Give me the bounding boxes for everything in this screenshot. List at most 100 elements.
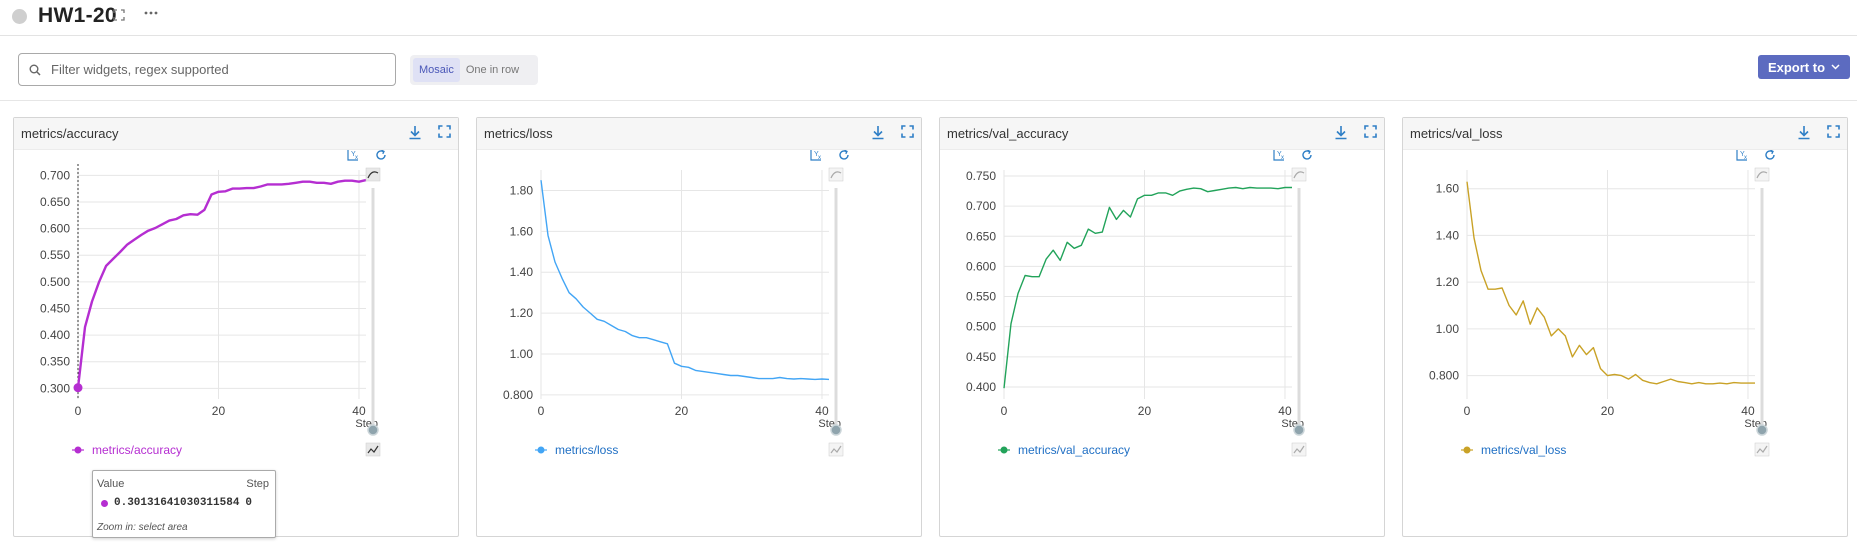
y-tick-label: 0.450 <box>40 301 70 315</box>
x-tick-label: 20 <box>212 404 226 418</box>
data-point <box>609 323 613 327</box>
smoothing-icon <box>1291 167 1307 182</box>
data-point <box>574 297 578 301</box>
x-tick-label: 40 <box>352 404 366 418</box>
data-point <box>1753 381 1757 385</box>
fullscreen-icon[interactable] <box>1364 125 1377 143</box>
data-point <box>1718 381 1722 385</box>
search-input[interactable] <box>49 61 369 78</box>
legend-label: metrics/val_accuracy <box>1018 443 1130 457</box>
y-tick-label: 0.700 <box>966 199 996 213</box>
download-icon[interactable] <box>1334 125 1348 145</box>
y-tick-label: 0.650 <box>966 229 996 243</box>
data-point <box>1065 240 1069 244</box>
expand-icon[interactable] <box>112 8 126 22</box>
data-point <box>146 229 150 233</box>
data-point <box>1086 227 1090 231</box>
data-point <box>1479 268 1483 272</box>
download-icon[interactable] <box>408 125 422 145</box>
log-scale-icon: Yx <box>810 150 821 161</box>
download-icon[interactable] <box>871 125 885 145</box>
more-horizontal-icon[interactable] <box>143 6 159 20</box>
y-tick-label: 0.400 <box>40 328 70 342</box>
data-point <box>560 276 564 280</box>
y-tick-label: 0.550 <box>40 248 70 262</box>
data-point <box>357 180 361 184</box>
fullscreen-icon[interactable] <box>438 125 451 143</box>
data-point <box>139 233 143 237</box>
data-point <box>1598 367 1602 371</box>
fullscreen-icon[interactable] <box>901 125 914 143</box>
y-tick-label: 1.60 <box>1436 182 1460 196</box>
y-tick-label: 1.20 <box>510 306 534 320</box>
data-point <box>1563 334 1567 338</box>
data-point <box>1655 382 1659 386</box>
data-point <box>1255 186 1259 190</box>
smoothing-slider-handle <box>1293 424 1305 436</box>
y-tick-label: 0.750 <box>966 169 996 183</box>
series-line <box>540 180 830 381</box>
status-indicator <box>12 9 27 24</box>
chart-type-icon <box>1291 442 1307 457</box>
data-point <box>687 365 691 369</box>
data-point <box>1613 372 1617 376</box>
layout-mosaic-option[interactable]: Mosaic <box>413 58 460 82</box>
data-point <box>1164 191 1168 195</box>
data-point <box>581 305 585 309</box>
chart-type-icon <box>828 442 844 457</box>
log-scale-icon: Yx <box>347 150 358 161</box>
layout-one-in-row-option[interactable]: One in row <box>460 58 525 82</box>
x-tick-label: 40 <box>1278 404 1292 418</box>
chevron-down-icon <box>1831 64 1840 70</box>
data-point <box>1725 382 1729 386</box>
series-dot-icon <box>101 499 108 507</box>
reset-zoom-icon <box>1302 150 1312 160</box>
data-point <box>1058 258 1062 262</box>
data-point <box>1283 185 1287 189</box>
data-point <box>785 377 789 381</box>
data-point <box>1290 185 1294 189</box>
data-point <box>1009 322 1013 326</box>
panel-header: metrics/loss <box>477 118 921 150</box>
x-tick-label: 0 <box>75 404 82 418</box>
data-point <box>1100 230 1104 234</box>
y-tick-label: 0.400 <box>966 380 996 394</box>
widget-filter[interactable] <box>18 53 396 86</box>
data-point <box>90 300 94 304</box>
data-point <box>820 377 824 381</box>
y-tick-label: 0.450 <box>966 350 996 364</box>
data-point <box>1002 386 1006 390</box>
data-point <box>238 187 242 191</box>
data-point <box>329 182 333 186</box>
export-button[interactable]: Export to <box>1758 55 1850 79</box>
data-point <box>1248 185 1252 189</box>
data-point <box>1234 185 1238 189</box>
widget-val-loss: metrics/val_loss 0.800 1.00 1.20 1.40 1.60 0 20… <box>1402 117 1848 537</box>
data-point <box>729 373 733 377</box>
y-tick-label: 0.650 <box>40 195 70 209</box>
svg-text:x: x <box>818 155 821 161</box>
data-point <box>343 179 347 183</box>
data-point <box>1037 275 1041 279</box>
x-tick-label: 40 <box>1741 404 1755 418</box>
data-point <box>1171 193 1175 197</box>
data-point <box>1044 257 1048 261</box>
download-icon[interactable] <box>1797 125 1811 145</box>
data-point <box>546 233 550 237</box>
data-point <box>644 336 648 340</box>
data-point <box>245 186 249 190</box>
data-point <box>1135 197 1139 201</box>
log-scale-icon: Yx <box>1273 150 1284 161</box>
chart-type-icon <box>1754 442 1770 457</box>
panel-title: metrics/val_accuracy <box>947 126 1069 141</box>
y-tick-label: 0.600 <box>40 222 70 236</box>
data-point <box>1669 377 1673 381</box>
panel-title: metrics/loss <box>484 126 553 141</box>
data-point <box>153 226 157 230</box>
data-point <box>294 181 298 185</box>
y-tick-label: 1.00 <box>510 347 534 361</box>
data-point <box>216 190 220 194</box>
data-point <box>104 264 108 268</box>
data-point <box>350 179 354 183</box>
fullscreen-icon[interactable] <box>1827 125 1840 143</box>
